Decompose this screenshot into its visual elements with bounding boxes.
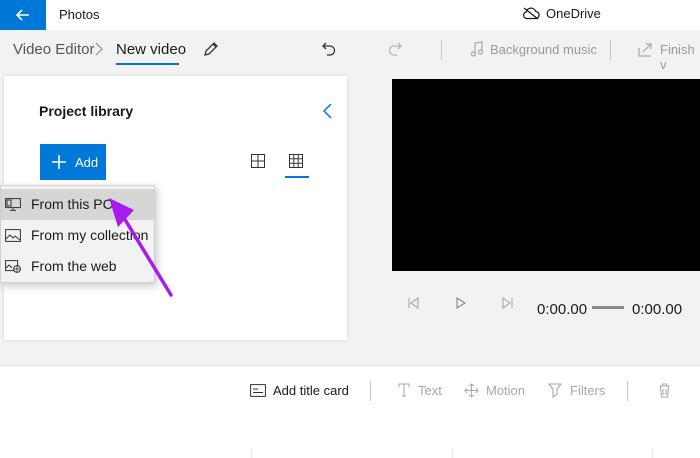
cloud-offline-icon — [522, 7, 540, 20]
view-selected-indicator — [285, 176, 309, 178]
storyboard-slot-divider — [652, 448, 653, 458]
add-source-menu: From this PC From my collection From the… — [0, 185, 155, 283]
redo-icon[interactable] — [386, 40, 404, 58]
onedrive-status[interactable]: OneDrive — [522, 6, 601, 21]
undo-icon[interactable] — [320, 40, 338, 58]
title-card-icon — [250, 383, 266, 397]
next-frame-button[interactable] — [501, 296, 513, 314]
text-button[interactable]: Text — [418, 383, 442, 398]
step-back-icon — [408, 296, 419, 310]
play-button[interactable] — [455, 296, 467, 314]
video-preview — [392, 79, 700, 271]
menu-item-from-this-pc[interactable]: From this PC — [1, 189, 154, 220]
filters-button[interactable]: Filters — [570, 383, 605, 398]
toolbar-divider — [610, 40, 611, 60]
menu-item-from-the-web[interactable]: From the web — [1, 251, 154, 282]
total-time: 0:00.00 — [632, 301, 683, 318]
back-arrow-icon — [16, 9, 29, 21]
storyboard-slot-divider — [251, 448, 252, 458]
step-forward-icon — [502, 296, 513, 310]
current-time: 0:00.00 — [537, 301, 588, 318]
breadcrumb-video-editor[interactable]: Video Editor — [13, 41, 94, 58]
music-note-icon — [469, 40, 485, 58]
pc-icon — [5, 198, 21, 211]
breadcrumb-chevron-icon — [95, 42, 103, 59]
toolbar-divider — [441, 40, 442, 60]
storyboard-slot-divider — [452, 448, 453, 458]
storyboard-divider — [370, 381, 371, 401]
add-button-label: Add — [75, 154, 99, 170]
storyboard-panel: Add title card Text Motion Filters — [0, 365, 700, 458]
finish-video-button[interactable]: Finish v — [660, 42, 700, 72]
background-music-button[interactable]: Background music — [490, 42, 597, 57]
motion-button[interactable]: Motion — [486, 383, 525, 398]
motion-icon — [463, 382, 479, 398]
delete-trash-icon[interactable] — [656, 382, 672, 398]
rename-pencil-icon[interactable] — [202, 40, 220, 58]
storyboard-divider — [627, 381, 628, 401]
back-button[interactable] — [0, 0, 46, 30]
large-grid-view-button[interactable] — [251, 154, 267, 170]
plus-icon — [52, 155, 66, 169]
web-icon — [5, 260, 21, 273]
breadcrumb-new-video[interactable]: New video — [116, 41, 186, 58]
share-export-icon — [637, 40, 653, 58]
collection-icon — [5, 229, 21, 242]
breadcrumb-selected-indicator — [116, 63, 179, 65]
collapse-library-button[interactable] — [318, 100, 336, 122]
app-title: Photos — [59, 7, 100, 22]
menu-item-from-my-collection[interactable]: From my collection — [1, 220, 154, 251]
small-grid-view-button[interactable] — [289, 154, 305, 170]
text-icon — [397, 383, 413, 397]
menu-item-label: From this PC — [31, 196, 113, 212]
command-bar: Video Editor New video Background music … — [0, 30, 700, 72]
menu-item-label: From my collection — [31, 227, 149, 243]
add-button[interactable]: Add — [40, 144, 106, 180]
grid-small-icon — [289, 154, 303, 168]
menu-item-label: From the web — [31, 258, 117, 274]
play-icon — [456, 297, 467, 309]
previous-frame-button[interactable] — [408, 296, 420, 314]
playback-scrubber[interactable] — [592, 306, 624, 309]
filters-icon — [547, 382, 563, 398]
onedrive-label: OneDrive — [546, 6, 601, 21]
add-title-card-button[interactable]: Add title card — [273, 383, 349, 398]
title-bar: Photos OneDrive — [0, 0, 700, 30]
grid-large-icon — [251, 154, 265, 168]
project-library-title: Project library — [39, 103, 134, 119]
chevron-left-icon — [322, 103, 332, 119]
